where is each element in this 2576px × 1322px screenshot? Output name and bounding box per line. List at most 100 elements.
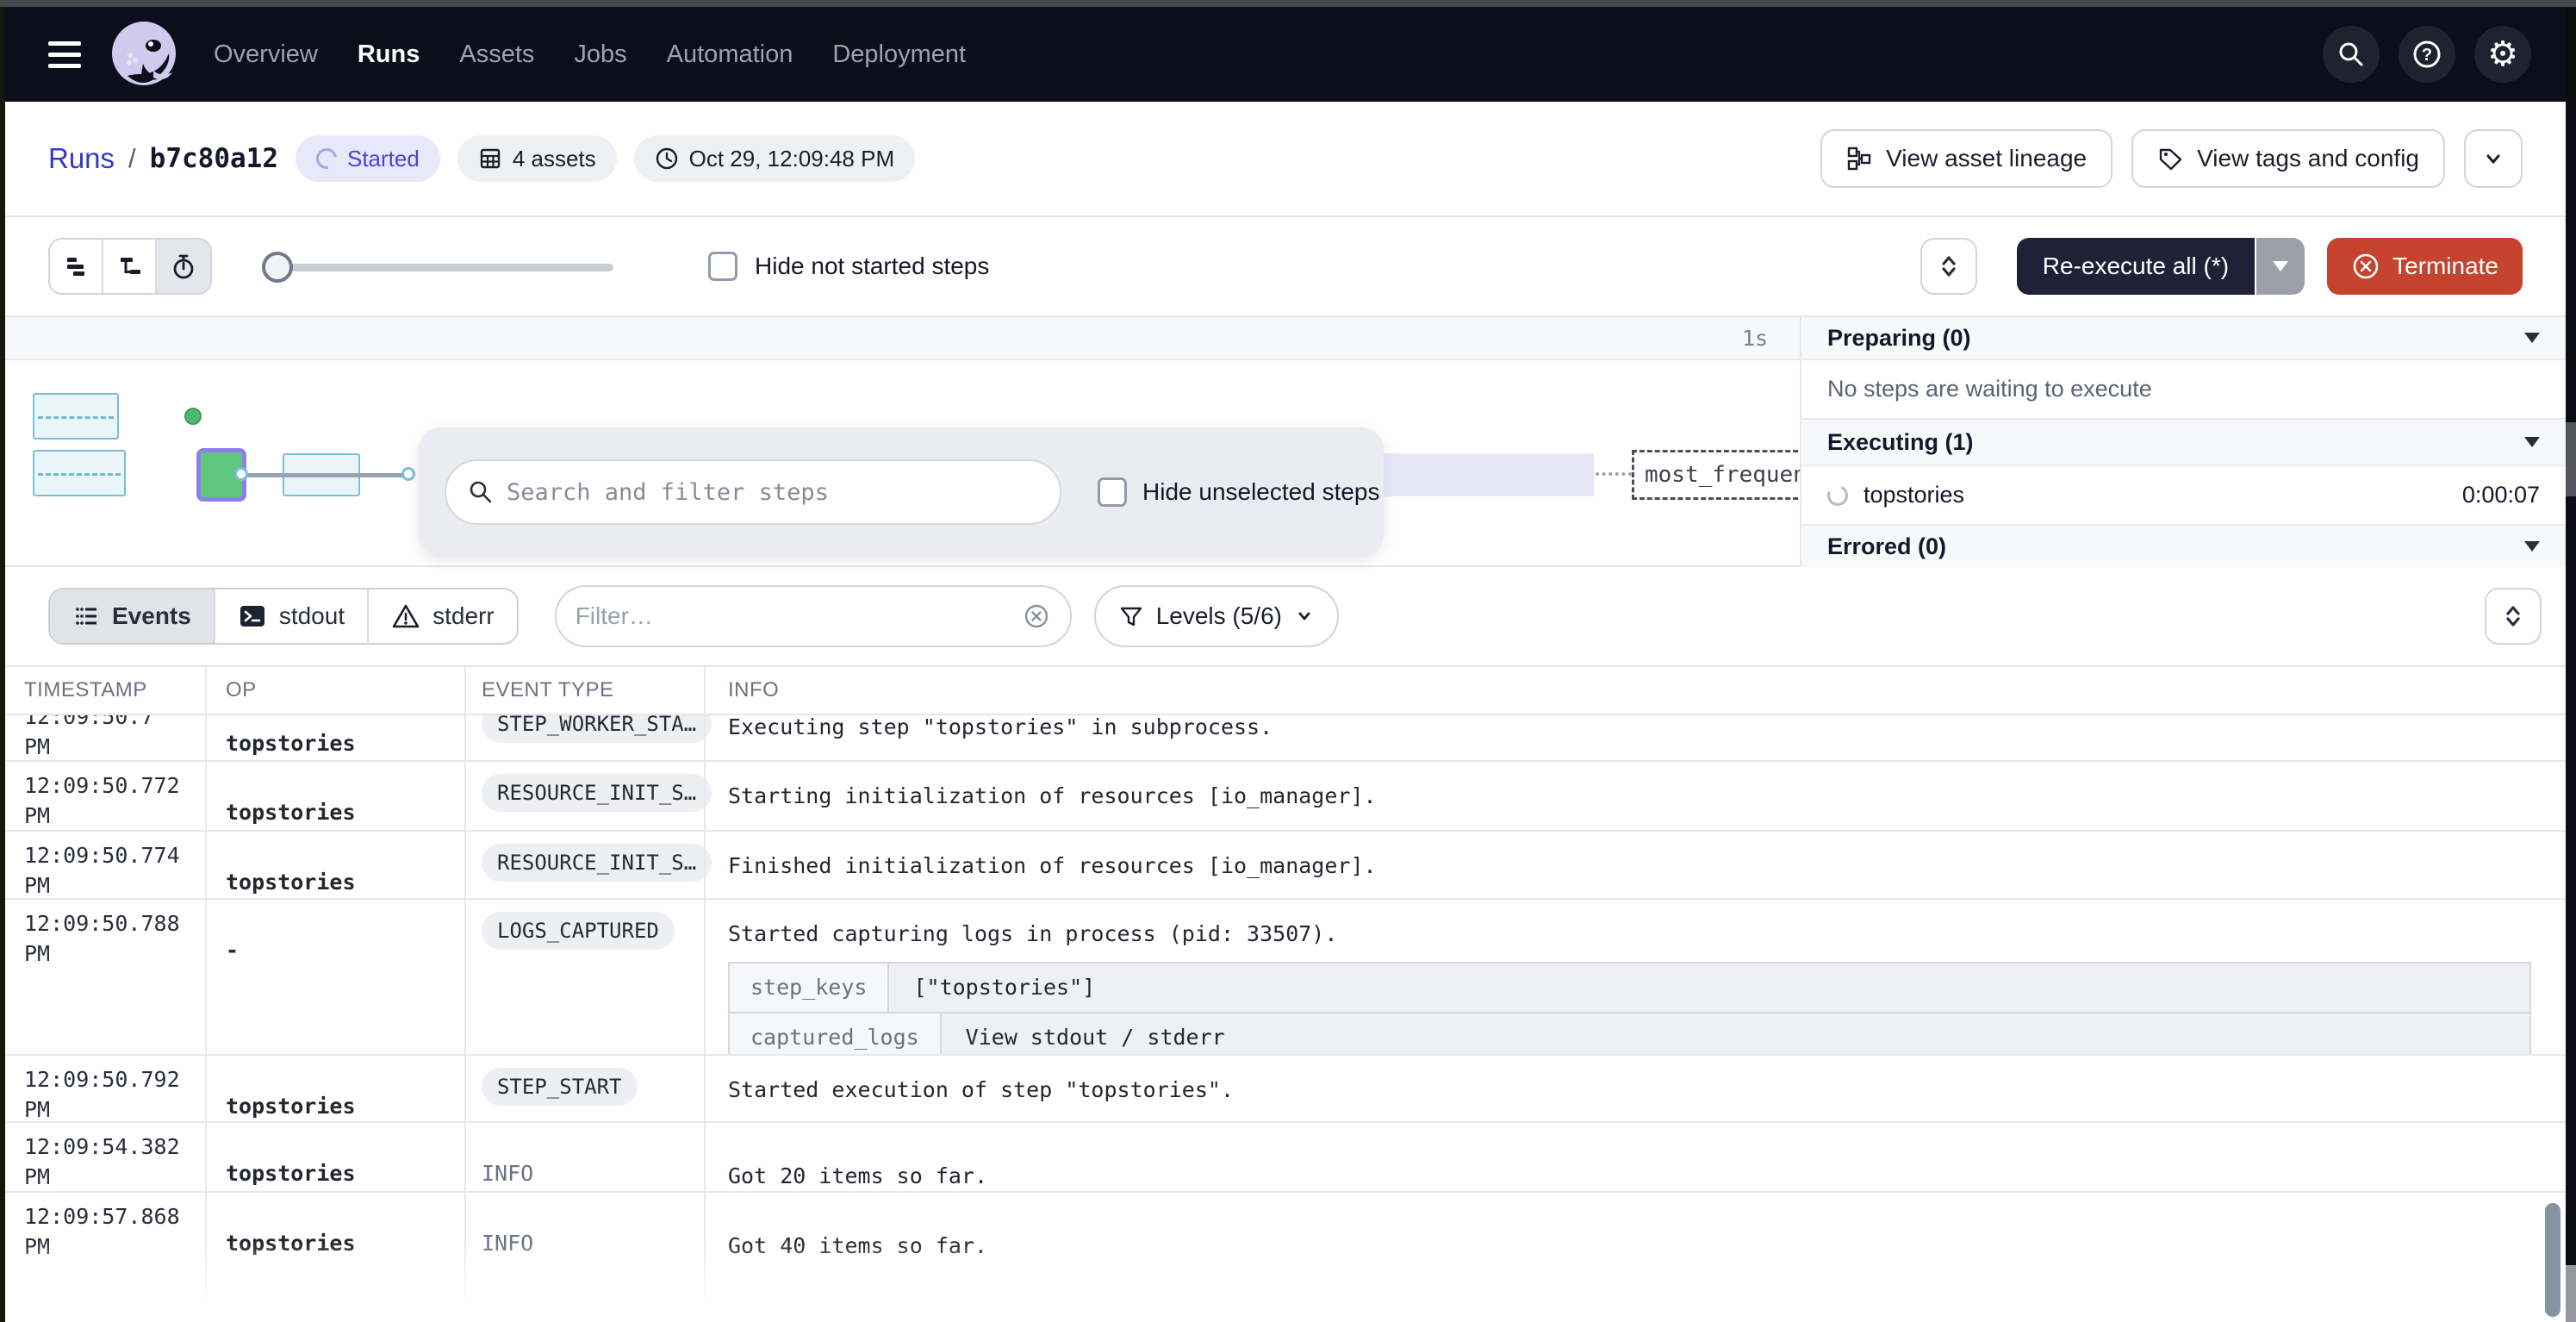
tab-stdout[interactable]: stdout bbox=[215, 589, 369, 643]
gantt-view-mode-group bbox=[48, 238, 212, 295]
log-row[interactable]: 12:09:50.774PMtopstoriesRESOURCE_INIT_S…… bbox=[0, 832, 2576, 900]
gantt-dotted-connector bbox=[1596, 472, 1632, 476]
timestamp-cell: 12:09:54.382PM bbox=[0, 1123, 205, 1192]
status-badge[interactable]: Started bbox=[296, 135, 440, 182]
dagster-logo[interactable] bbox=[109, 19, 179, 90]
op-cell: topstories bbox=[205, 715, 464, 762]
hide-unselected-checkbox[interactable] bbox=[1098, 477, 1127, 507]
browser-scrollbar-thumb[interactable] bbox=[2566, 422, 2576, 496]
gantt-step-not-started-1[interactable] bbox=[33, 393, 119, 440]
run-actions-chevron-button[interactable] bbox=[2464, 129, 2523, 188]
run-id: b7c80a12 bbox=[150, 143, 278, 174]
op-cell: topstories bbox=[205, 832, 464, 900]
screen-edge-top bbox=[0, 0, 2576, 7]
metadata-table: step_keys["topstories"]captured_logsView… bbox=[728, 962, 2531, 1056]
column-divider bbox=[464, 665, 466, 1322]
timestamp-cell: 12:09:50.774PM bbox=[0, 832, 205, 900]
log-row[interactable]: 12:09:50.7PMtopstoriesSTEP_WORKER_STA…Ex… bbox=[0, 715, 2576, 762]
clock-icon bbox=[655, 147, 679, 171]
tab-stderr[interactable]: stderr bbox=[369, 589, 517, 643]
bottom-fade bbox=[0, 1243, 2566, 1322]
metadata-value[interactable]: View stdout / stderr bbox=[942, 1013, 1249, 1056]
info-message: Executing step "topstories" in subproces… bbox=[728, 715, 2554, 743]
log-panel-resize-button[interactable] bbox=[2485, 588, 2542, 645]
log-scrollbar-thumb[interactable] bbox=[2545, 1203, 2560, 1317]
gantt-step-not-started-2[interactable] bbox=[33, 450, 126, 496]
info-cell: Started capturing logs in process (pid: … bbox=[704, 900, 2576, 1056]
metadata-value: ["topstories"] bbox=[889, 963, 1119, 1012]
view-mode-waterfall-button[interactable] bbox=[103, 240, 157, 293]
nav-tab-assets[interactable]: Assets bbox=[459, 41, 534, 69]
browser-scrollbar-track[interactable] bbox=[2566, 7, 2576, 1322]
breadcrumb-runs-link[interactable]: Runs bbox=[48, 142, 115, 175]
log-toolbar: Events stdout stderr Levels (5/6) bbox=[0, 567, 2576, 665]
nav-tab-runs[interactable]: Runs bbox=[358, 41, 420, 69]
nav-tab-overview[interactable]: Overview bbox=[214, 41, 318, 69]
run-toolbar: Hide not started steps Re-execute all (*… bbox=[0, 217, 2576, 317]
gantt-zoom-slider[interactable] bbox=[262, 251, 613, 282]
reexecute-all-button[interactable]: Re-execute all (*) bbox=[2017, 238, 2255, 295]
hamburger-menu-icon[interactable] bbox=[48, 41, 81, 68]
log-row[interactable]: 12:09:50.788PM-LOGS_CAPTUREDStarted capt… bbox=[0, 900, 2576, 1056]
view-mode-flat-button[interactable] bbox=[50, 240, 103, 293]
slider-track[interactable] bbox=[262, 264, 613, 271]
gantt-step-label-box[interactable]: most_frequent bbox=[1632, 450, 1806, 500]
log-filter-input[interactable] bbox=[576, 602, 1013, 630]
view-tags-and-config-button[interactable]: View tags and config bbox=[2131, 129, 2445, 188]
view-asset-lineage-button[interactable]: View asset lineage bbox=[1820, 129, 2112, 188]
assets-badge[interactable]: 4 assets bbox=[457, 135, 617, 182]
view-mode-timed-button[interactable] bbox=[157, 240, 210, 293]
nav-tabs: Overview Runs Assets Jobs Automation Dep… bbox=[214, 41, 966, 69]
search-icon[interactable] bbox=[2323, 26, 2380, 83]
event-type-badge: STEP_START bbox=[482, 1068, 638, 1106]
event-log-table: TIMESTAMP OP EVENT TYPE INFO 12:09:50.7P… bbox=[0, 665, 2576, 1322]
executing-step-row[interactable]: topstories 0:00:07 bbox=[1801, 466, 2566, 526]
step-search-field[interactable] bbox=[445, 459, 1061, 525]
event-type-badge: STEP_WORKER_STA… bbox=[482, 715, 712, 743]
lineage-icon bbox=[1846, 146, 1872, 171]
collapse-triangle-icon bbox=[2524, 437, 2540, 447]
warning-triangle-icon bbox=[391, 602, 420, 630]
levels-dropdown[interactable]: Levels (5/6) bbox=[1094, 585, 1339, 647]
panel-section-preparing[interactable]: Preparing (0) bbox=[1801, 317, 2566, 360]
event-type-cell: RESOURCE_INIT_S… bbox=[464, 832, 704, 900]
tab-events[interactable]: Events bbox=[50, 589, 215, 643]
help-icon[interactable]: ? bbox=[2399, 26, 2455, 83]
gear-icon[interactable]: ⚙ bbox=[2474, 26, 2531, 83]
event-type-cell: STEP_WORKER_STA… bbox=[464, 715, 704, 762]
log-row[interactable]: 12:09:50.792PMtopstoriesSTEP_STARTStarte… bbox=[0, 1056, 2576, 1123]
log-rows: 12:09:50.7PMtopstoriesSTEP_WORKER_STA…Ex… bbox=[0, 715, 2576, 1322]
nav-tab-deployment[interactable]: Deployment bbox=[832, 41, 966, 69]
col-op: OP bbox=[205, 678, 464, 702]
nav-tab-jobs[interactable]: Jobs bbox=[574, 41, 626, 69]
reexecute-dropdown-button[interactable] bbox=[2256, 238, 2305, 295]
event-type-cell: RESOURCE_INIT_S… bbox=[464, 762, 704, 831]
slider-thumb[interactable] bbox=[262, 252, 293, 283]
stopwatch-icon bbox=[169, 252, 198, 281]
info-cell: Executing step "topstories" in subproces… bbox=[704, 715, 2576, 762]
gantt-filter-overlay: Hide unselected steps bbox=[419, 427, 1384, 557]
clear-filter-icon[interactable] bbox=[1022, 602, 1051, 631]
col-timestamp: TIMESTAMP bbox=[0, 678, 205, 702]
log-filter-field[interactable] bbox=[555, 585, 1072, 647]
terminate-button[interactable]: Terminate bbox=[2327, 238, 2523, 295]
panel-section-errored[interactable]: Errored (0) bbox=[1801, 526, 2566, 567]
op-cell: topstories bbox=[205, 1123, 464, 1192]
event-type-badge: RESOURCE_INIT_S… bbox=[482, 844, 712, 882]
log-row[interactable]: 12:09:54.382PMtopstoriesINFOGot 20 items… bbox=[0, 1123, 2576, 1193]
funnel-icon bbox=[1118, 603, 1144, 629]
top-nav: Overview Runs Assets Jobs Automation Dep… bbox=[0, 7, 2576, 102]
hide-not-started-checkbox[interactable] bbox=[708, 252, 737, 281]
search-icon bbox=[467, 478, 495, 506]
expand-collapse-button[interactable] bbox=[1920, 238, 1977, 295]
panel-section-executing[interactable]: Executing (1) bbox=[1801, 420, 2566, 466]
info-cell: Finished initialization of resources [io… bbox=[704, 832, 2576, 900]
gantt-step-marker-dot[interactable] bbox=[184, 408, 202, 425]
start-time-badge: Oct 29, 12:09:48 PM bbox=[634, 135, 915, 182]
step-search-input[interactable] bbox=[507, 479, 1039, 506]
timestamp-cell: 12:09:50.788PM bbox=[0, 900, 205, 1056]
gantt-chart: 1s most_frequent Hide unselected steps P… bbox=[0, 317, 2576, 567]
execution-status-panel: Preparing (0) No steps are waiting to ex… bbox=[1800, 317, 2566, 567]
nav-tab-automation[interactable]: Automation bbox=[667, 41, 793, 69]
log-row[interactable]: 12:09:50.772PMtopstoriesRESOURCE_INIT_S…… bbox=[0, 762, 2576, 832]
